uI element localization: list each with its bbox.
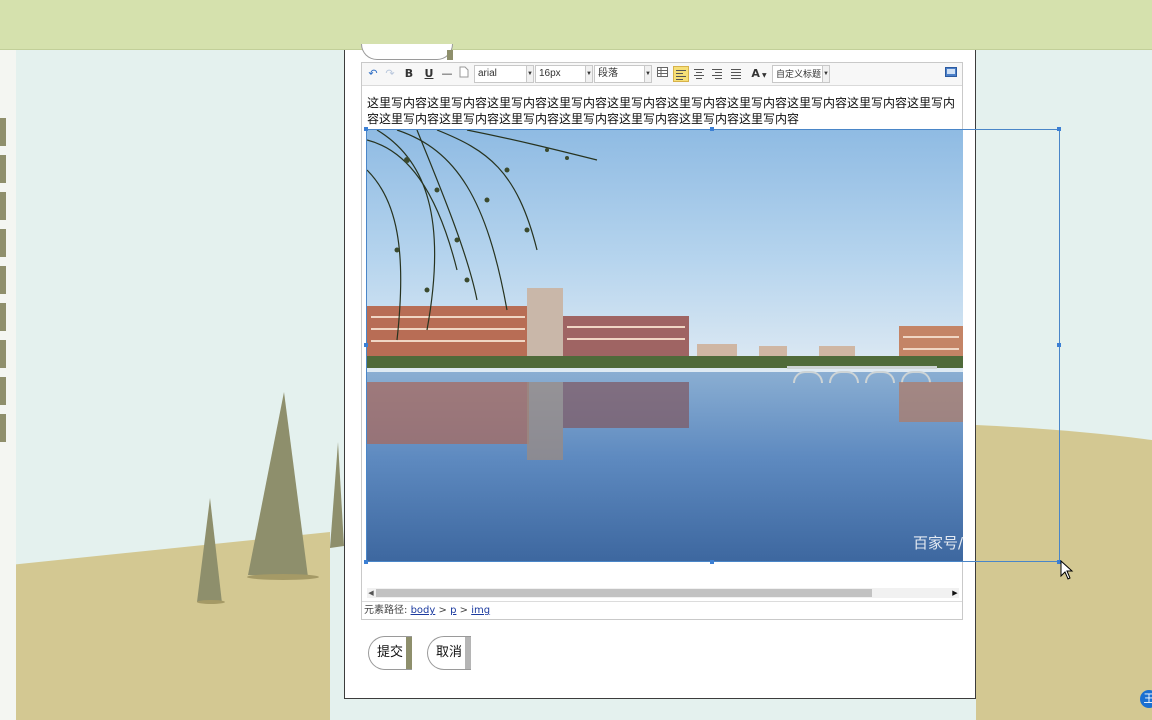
path-link-img[interactable]: img <box>471 605 490 616</box>
undo-icon[interactable]: ↶ <box>366 66 380 82</box>
left-tab[interactable] <box>0 266 6 294</box>
scroll-right-icon[interactable]: ▶ <box>951 588 959 598</box>
corner-badge-icon[interactable]: 王 <box>1140 690 1152 708</box>
path-separator: > <box>459 605 468 616</box>
left-tab[interactable] <box>0 229 6 257</box>
editor-toolbar: ↶ ↷ B U — arial ▼ 16px ▼ 段落 ▼ A ▼ 自定义标题 … <box>362 63 962 86</box>
underline-button[interactable]: U <box>422 66 436 82</box>
align-left-icon[interactable] <box>673 66 689 82</box>
left-tab[interactable] <box>0 340 6 368</box>
submit-label: 提交 <box>377 645 404 660</box>
resize-handle[interactable] <box>1057 127 1061 131</box>
horizontal-scrollbar[interactable]: ◀ ▶ <box>367 588 959 598</box>
chevron-down-icon: ▼ <box>585 66 592 82</box>
bold-button[interactable]: B <box>402 66 416 82</box>
resize-handle[interactable] <box>710 560 714 564</box>
font-color-label: A <box>751 67 760 80</box>
tree-tall <box>248 392 308 577</box>
tree-shadow-small <box>197 600 225 604</box>
left-tab[interactable] <box>0 303 6 331</box>
paragraph-select[interactable]: 段落 ▼ <box>594 65 652 83</box>
cancel-button-accent <box>465 637 471 669</box>
cancel-button[interactable]: 取消 <box>427 636 471 670</box>
align-center-lines <box>694 69 704 79</box>
custom-heading-value: 自定义标题 <box>776 69 822 79</box>
editor-content-text[interactable]: 这里写内容这里写内容这里写内容这里写内容这里写内容这里写内容这里写内容这里写内容… <box>367 95 959 127</box>
fullscreen-icon[interactable] <box>944 66 958 82</box>
mouse-cursor-icon <box>1060 560 1074 580</box>
align-right-lines <box>712 69 722 79</box>
left-tab[interactable] <box>0 377 6 405</box>
chevron-down-icon: ▼ <box>644 66 651 82</box>
left-tab[interactable] <box>0 155 6 183</box>
dialog-tab <box>361 44 453 60</box>
tree-edge <box>330 442 344 548</box>
custom-heading-select[interactable]: 自定义标题 ▼ <box>772 65 830 83</box>
align-right-icon[interactable] <box>710 66 724 82</box>
left-side-panel <box>0 50 16 720</box>
page-icon[interactable] <box>458 66 470 82</box>
tree-shadow <box>247 574 319 580</box>
font-family-select[interactable]: arial ▼ <box>474 65 534 83</box>
resize-handle[interactable] <box>364 560 368 564</box>
chevron-down-icon: ▼ <box>822 66 829 82</box>
table-icon-glyph <box>656 67 668 77</box>
align-center-icon[interactable] <box>692 66 706 82</box>
left-tab[interactable] <box>0 192 6 220</box>
resize-handle[interactable] <box>710 127 714 131</box>
paragraph-value: 段落 <box>598 68 618 79</box>
left-tab[interactable] <box>0 118 6 146</box>
align-justify-icon[interactable] <box>729 66 743 82</box>
page-icon-glyph <box>459 66 469 78</box>
submit-button-accent <box>406 637 412 669</box>
font-family-value: arial <box>478 68 497 79</box>
scrollbar-thumb[interactable] <box>376 589 872 597</box>
fullscreen-icon-glyph <box>945 67 957 77</box>
resize-handle[interactable] <box>364 127 368 131</box>
dialog-tab-marker <box>447 50 453 60</box>
cancel-label: 取消 <box>436 645 463 660</box>
redo-icon[interactable]: ↷ <box>383 66 397 82</box>
path-link-body[interactable]: body <box>411 605 436 616</box>
image-resize-frame[interactable] <box>366 129 1060 562</box>
left-tab[interactable] <box>0 414 6 442</box>
font-color-button[interactable]: A ▼ <box>748 66 770 82</box>
scroll-left-icon[interactable]: ◀ <box>367 588 375 598</box>
chevron-down-icon: ▼ <box>526 66 533 82</box>
path-separator: > <box>438 605 447 616</box>
resize-handle[interactable] <box>1057 343 1061 347</box>
element-path-label: 元素路径: <box>364 605 408 616</box>
align-justify-lines <box>731 69 741 79</box>
font-size-select[interactable]: 16px ▼ <box>535 65 593 83</box>
element-path-bar: 元素路径: body > p > img <box>362 601 962 620</box>
horizontal-rule-button[interactable]: — <box>440 66 454 82</box>
chevron-down-icon: ▼ <box>759 72 767 79</box>
path-link-p[interactable]: p <box>450 605 456 616</box>
resize-handle[interactable] <box>364 343 368 347</box>
font-size-value: 16px <box>539 68 561 79</box>
table-icon[interactable] <box>655 66 669 82</box>
left-tab-list <box>0 118 6 451</box>
align-left-lines <box>676 70 686 80</box>
submit-button[interactable]: 提交 <box>368 636 412 670</box>
